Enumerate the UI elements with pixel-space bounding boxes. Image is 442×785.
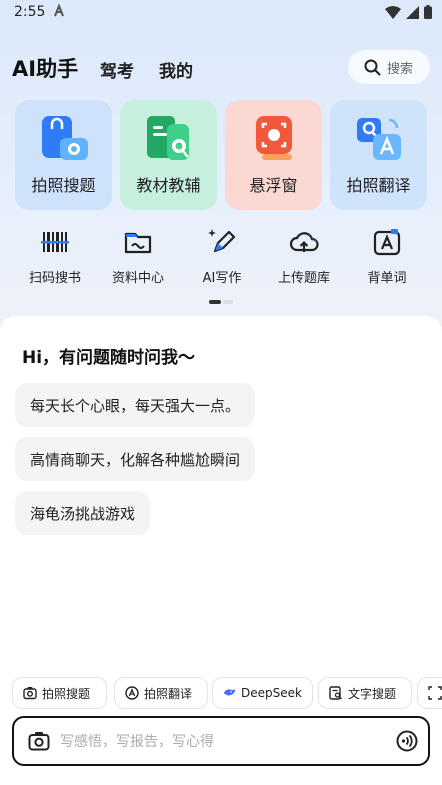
tool-resource-center[interactable]: 资料中心 <box>96 226 180 286</box>
translate-icon <box>125 686 139 700</box>
card-label: 教材教辅 <box>136 176 201 195</box>
suggestion-item[interactable]: 海龟汤挑战游戏 <box>15 491 151 535</box>
tool-label: 背单词 <box>367 271 407 286</box>
tool-label: AI写作 <box>202 271 242 286</box>
tool-vocabulary[interactable]: 背单词 <box>345 226 429 286</box>
wifi-icon <box>385 5 401 19</box>
status-bar: 2:55 <box>0 0 442 26</box>
chip-label: DeepSeek <box>241 686 302 700</box>
voice-input-icon[interactable] <box>396 730 418 752</box>
card-photo-search[interactable]: 拍照搜题 <box>15 100 112 210</box>
tool-upload-question-bank[interactable]: 上传题库 <box>262 226 346 286</box>
search-icon <box>364 59 381 75</box>
chip-label: 拍照搜题 <box>42 686 91 701</box>
tool-row: 扫码搜书 资料中心 AI写作 上传题库 背单词 <box>0 226 442 290</box>
chip-label: 文字搜题 <box>348 686 397 701</box>
scan-icon <box>428 686 442 700</box>
page-indicator <box>209 300 233 304</box>
suggestion-item[interactable]: 每天长个心眼，每天强大一点。 <box>15 383 256 427</box>
card-label: 拍照翻译 <box>346 176 411 195</box>
suggestion-item[interactable]: 高情商聊天，化解各种尴尬瞬间 <box>15 437 256 481</box>
photo-translate-icon <box>356 118 401 160</box>
page-dot-active <box>209 300 221 304</box>
page-dot <box>223 300 233 304</box>
tool-label: 扫码搜书 <box>28 271 81 286</box>
cloud-upload-icon <box>289 232 319 252</box>
card-label: 拍照搜题 <box>31 176 96 195</box>
tool-label: 上传题库 <box>277 271 330 286</box>
folder-icon <box>124 232 152 254</box>
chip-deepseek[interactable]: DeepSeek <box>212 677 313 709</box>
card-photo-translate[interactable]: 拍照翻译 <box>330 100 427 210</box>
signal-icon <box>406 5 419 19</box>
chip-photo-translate[interactable]: 拍照翻译 <box>114 677 208 709</box>
chat-greeting: Hi，有问题随时问我～ <box>22 348 196 368</box>
tool-barcode-search[interactable]: 扫码搜书 <box>13 226 97 286</box>
status-time: 2:55 <box>14 4 46 20</box>
search-label: 搜索 <box>387 61 414 77</box>
feature-cards: 拍照搜题 教材教辅 悬浮窗 拍照翻译 <box>15 100 429 210</box>
battery-icon <box>424 5 432 19</box>
text-search-icon <box>329 686 342 700</box>
deepseek-icon <box>223 688 236 696</box>
barcode-icon <box>41 232 69 252</box>
tool-ai-writing[interactable]: AI写作 <box>180 226 264 286</box>
app-title: AI助手 <box>12 57 79 81</box>
camera-icon[interactable] <box>28 731 50 751</box>
chip-scan[interactable] <box>417 677 442 709</box>
card-textbook[interactable]: 教材教辅 <box>120 100 217 210</box>
quick-action-chips: 拍照搜题 拍照翻译 DeepSeek 文字搜题 <box>12 677 442 709</box>
input-placeholder: 写感悟，写报告，写心得 <box>60 734 214 750</box>
header: AI助手 驾考 我的 搜索 <box>0 48 442 88</box>
floating-window-icon <box>255 116 292 160</box>
tab-driving-test[interactable]: 驾考 <box>100 57 134 82</box>
textbook-icon <box>146 116 189 160</box>
chip-text-search[interactable]: 文字搜题 <box>318 677 412 709</box>
notification-icon <box>54 3 64 17</box>
tool-label: 资料中心 <box>111 271 164 286</box>
chat-panel: Hi，有问题随时问我～ 每天长个心眼，每天强大一点。 高情商聊天，化解各种尴尬瞬… <box>0 316 442 785</box>
word-book-icon <box>373 229 401 256</box>
tab-mine[interactable]: 我的 <box>159 57 193 82</box>
chip-label: 拍照翻译 <box>144 686 193 701</box>
photo-search-icon <box>41 116 88 160</box>
pen-sparkle-icon <box>208 229 236 253</box>
chip-photo-search[interactable]: 拍照搜题 <box>12 677 107 709</box>
card-label: 悬浮窗 <box>249 176 298 195</box>
search-button[interactable]: 搜索 <box>348 50 430 84</box>
chat-input[interactable]: 写感悟，写报告，写心得 <box>12 716 430 766</box>
camera-icon <box>23 687 37 700</box>
card-floating-window[interactable]: 悬浮窗 <box>225 100 322 210</box>
